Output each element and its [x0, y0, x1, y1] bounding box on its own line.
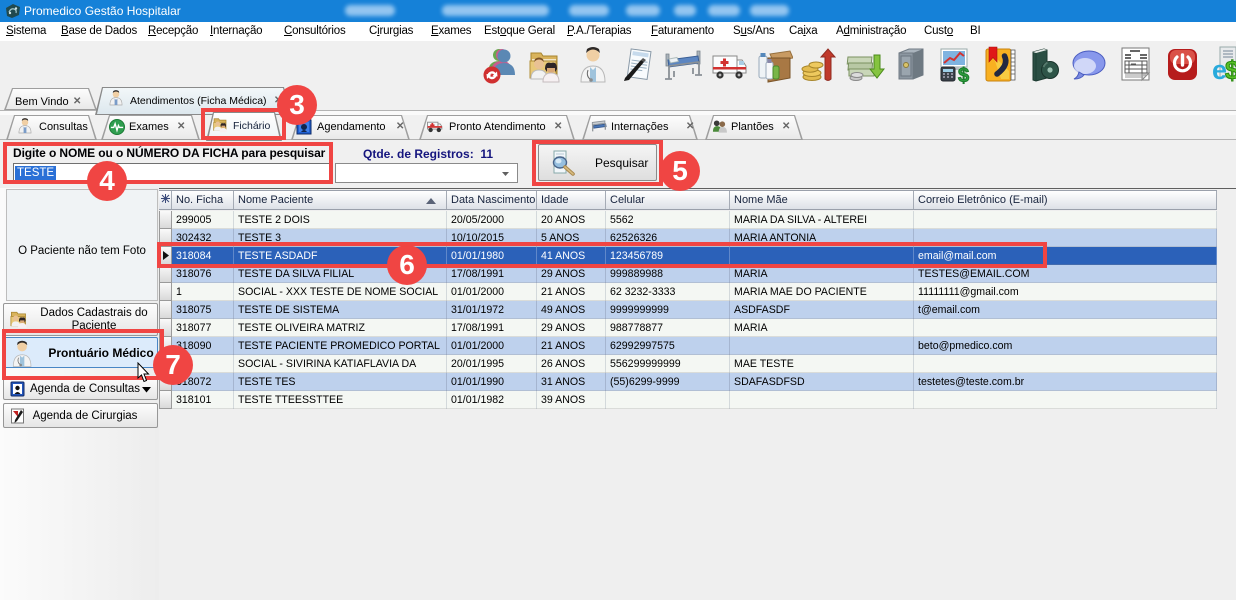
svg-text:e: e [1212, 55, 1227, 84]
svg-text:$: $ [958, 65, 969, 84]
